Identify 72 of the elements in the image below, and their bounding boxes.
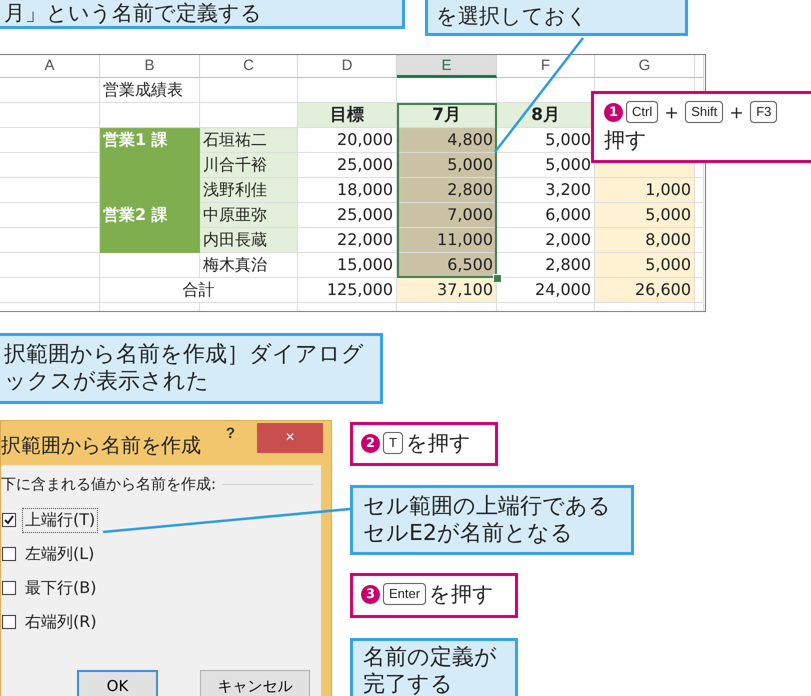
table-cell: 2,800 [397,178,497,203]
dialog-title: 択範囲から名前を作成 [1,432,202,456]
table-cell: 22,000 [298,228,397,253]
step-text: を押す [406,430,471,457]
table-cell: 15,000 [298,253,397,278]
table-cell: 25,000 [298,153,397,178]
plus-sign: ＋ [661,99,682,126]
checkbox-label[interactable]: 左端列(L) [22,542,98,566]
table-cell [695,253,704,278]
table-cell: 5,000 [595,203,695,228]
fill-handle[interactable] [493,274,502,283]
table-cell: 営業1 課 [100,128,200,153]
column-header[interactable]: E [397,55,497,78]
checkbox[interactable] [2,513,16,527]
checkbox[interactable] [2,581,16,595]
table-cell: 浅野利佳 [200,178,298,203]
table-cell: 川合千裕 [200,153,298,178]
table-cell [695,228,704,253]
checkbox-label[interactable]: 右端列(R) [22,610,100,634]
key-cap: Enter [383,583,426,605]
table-cell: 18,000 [298,178,397,203]
table-cell [695,203,704,228]
plus-sign: ＋ [726,99,748,126]
table-cell: 37,100 [397,278,497,303]
callout-text: 名前の定義が完了する [363,644,498,696]
column-header[interactable]: A [0,55,100,78]
table-cell: 5,000 [595,253,695,278]
step-text: を押す [429,581,494,608]
table-cell: 11,000 [397,228,497,253]
table-cell [695,178,704,203]
table-cell: 中原亜弥 [200,203,298,228]
table-cell: 8,000 [595,228,695,253]
table-cell [695,278,704,303]
key-cap: T [383,432,403,454]
column-header[interactable]: B [100,55,200,78]
table-cell: 5,000 [397,153,497,178]
step-text: 押す [604,127,647,154]
key-cap: F3 [750,101,778,123]
callout-text: 月」という名前で定義する [4,0,263,27]
table-cell: 1,000 [595,178,695,203]
table-cell: 内田長蔵 [200,228,298,253]
checkbox-label[interactable]: 最下行(B) [22,576,100,600]
column-header[interactable]: G [595,55,695,78]
close-button[interactable]: × [257,423,323,453]
column-header[interactable]: C [200,55,298,78]
step-number: 1 [604,102,623,122]
table-cell: 26,600 [595,278,695,303]
checkbox[interactable] [2,615,16,629]
table-cell: 20,000 [298,128,397,153]
table-cell: 4,800 [397,128,497,153]
table-cell: 営業2 課 [100,203,200,228]
checkbox-label[interactable]: 上端行(T) [22,508,98,532]
table-cell: 目標 [298,103,397,128]
ok-button[interactable]: OK [77,670,158,696]
callout-text: 択範囲から名前を作成］ダイアログックスが表示された [4,341,365,395]
callout-text: を選択しておく [436,3,589,30]
key-cap: Shift [685,101,724,123]
checkbox[interactable] [2,547,16,561]
step-number: 2 [361,434,380,452]
step-number: 3 [361,584,380,604]
table-cell: 梅木真治 [200,253,298,278]
table-cell: 7,000 [397,203,497,228]
table-cell: 25,000 [298,203,397,228]
callout-text: セル範囲の上端行であるセルE2が名前となる [363,493,612,547]
column-header[interactable]: F [497,55,595,78]
table-cell: 営業成績表 [100,78,200,103]
key-cap: Ctrl [626,101,658,123]
table-cell: 合計 [100,278,298,303]
cancel-button[interactable]: キャンセル [200,670,310,696]
help-button[interactable]: ? [216,421,245,442]
table-cell: 石垣祐二 [200,128,298,153]
group-label: 下に含まれる値から名前を作成: [1,475,216,494]
